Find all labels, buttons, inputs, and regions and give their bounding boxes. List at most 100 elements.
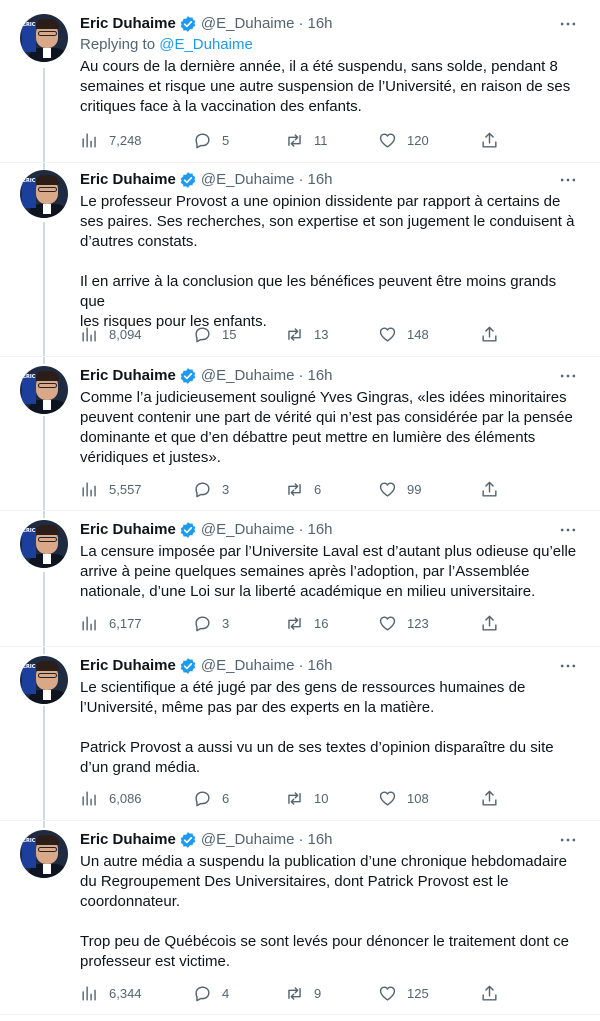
- divider: [0, 646, 600, 647]
- share-icon: [482, 132, 497, 148]
- author-handle[interactable]: @E_Duhaime: [201, 830, 295, 850]
- author-name[interactable]: Eric Duhaime: [80, 520, 176, 540]
- more-icon[interactable]: [558, 170, 578, 190]
- tweet-time[interactable]: 16h: [307, 366, 332, 386]
- share-icon: [482, 790, 497, 806]
- retweet-icon: [288, 616, 301, 630]
- views-count: 6,086: [109, 790, 142, 806]
- tweet-header: Eric Duhaime @E_Duhaime · 16h: [80, 656, 580, 676]
- avatar[interactable]: ERIC: [20, 830, 68, 878]
- tweet-actions: 6,177 3 16 123: [80, 611, 510, 635]
- tweet-actions: 6,344 4 9 125: [80, 981, 510, 1005]
- views-button[interactable]: 5,557: [80, 477, 142, 501]
- more-icon[interactable]: [558, 14, 578, 34]
- tweet-actions: 6,086 6 10 108: [80, 786, 510, 810]
- verified-badge-icon: [180, 16, 196, 32]
- views-button[interactable]: 7,248: [80, 128, 142, 152]
- reply-button[interactable]: 3: [193, 477, 229, 501]
- tweet-header: Eric Duhaime @E_Duhaime · 16h: [80, 170, 580, 190]
- share-button[interactable]: [480, 128, 509, 152]
- avatar-brand-logo: ERIC: [22, 664, 36, 694]
- author-handle[interactable]: @E_Duhaime: [201, 656, 295, 676]
- author-name[interactable]: Eric Duhaime: [80, 830, 176, 850]
- reply-button[interactable]: 3: [193, 611, 229, 635]
- retweet-count: 11: [314, 132, 328, 148]
- reply-button[interactable]: 4: [193, 981, 229, 1005]
- retweet-button[interactable]: 13: [285, 322, 328, 346]
- reply-button[interactable]: 5: [193, 128, 229, 152]
- retweet-button[interactable]: 16: [285, 611, 328, 635]
- retweet-button[interactable]: 11: [285, 128, 328, 152]
- views-button[interactable]: 6,177: [80, 611, 142, 635]
- author-name[interactable]: Eric Duhaime: [80, 170, 176, 190]
- verified-badge-icon: [180, 368, 196, 384]
- retweet-button[interactable]: 6: [285, 477, 321, 501]
- reply-button[interactable]: 6: [193, 786, 229, 810]
- tweet-actions: 7,248 5 11 120: [80, 128, 510, 152]
- views-icon: [82, 326, 96, 342]
- like-count: 99: [407, 481, 422, 497]
- author-handle[interactable]: @E_Duhaime: [201, 366, 295, 386]
- tweet-time[interactable]: 16h: [307, 656, 332, 676]
- retweet-button[interactable]: 9: [285, 981, 321, 1005]
- like-count: 108: [407, 790, 429, 806]
- like-button[interactable]: 99: [378, 477, 421, 501]
- tweet-actions: 8,094 15 13 148: [80, 322, 510, 346]
- share-button[interactable]: [480, 981, 509, 1005]
- more-icon[interactable]: [558, 366, 578, 386]
- retweet-count: 16: [314, 615, 329, 631]
- share-button[interactable]: [480, 322, 509, 346]
- divider: [0, 356, 600, 357]
- separator-dot: ·: [298, 15, 304, 32]
- tweet-text: Le scientifique a été jugé par des gens …: [80, 679, 554, 776]
- author-handle[interactable]: @E_Duhaime: [201, 170, 295, 190]
- more-icon[interactable]: [558, 656, 578, 676]
- author-name[interactable]: Eric Duhaime: [80, 656, 176, 676]
- retweet-icon: [288, 133, 301, 147]
- share-icon: [482, 985, 497, 1001]
- tweet-time[interactable]: 16h: [307, 170, 332, 190]
- retweet-button[interactable]: 10: [285, 786, 328, 810]
- avatar-brand-logo: ERIC: [22, 838, 36, 868]
- views-button[interactable]: 6,086: [80, 786, 142, 810]
- share-button[interactable]: [480, 786, 509, 810]
- tweet-time[interactable]: 16h: [307, 520, 332, 540]
- more-icon[interactable]: [558, 830, 578, 850]
- tweet-time[interactable]: 16h: [307, 830, 332, 850]
- views-button[interactable]: 6,344: [80, 981, 142, 1005]
- author-name[interactable]: Eric Duhaime: [80, 14, 176, 34]
- retweet-count: 6: [314, 481, 322, 497]
- like-count: 120: [407, 132, 429, 148]
- reply-count: 3: [222, 481, 230, 497]
- share-button[interactable]: [480, 611, 509, 635]
- more-icon[interactable]: [558, 520, 578, 540]
- thread-connector: [43, 706, 45, 828]
- tweet-header: Eric Duhaime @E_Duhaime · 16h: [80, 366, 580, 386]
- reply-count: 6: [222, 790, 230, 806]
- like-count: 148: [407, 326, 429, 342]
- author-handle[interactable]: @E_Duhaime: [201, 14, 295, 34]
- avatar[interactable]: ERIC: [20, 520, 68, 568]
- avatar[interactable]: ERIC: [20, 656, 68, 704]
- author-name[interactable]: Eric Duhaime: [80, 366, 176, 386]
- like-button[interactable]: 123: [378, 611, 429, 635]
- avatar[interactable]: ERIC: [20, 170, 68, 218]
- tweet-header: Eric Duhaime @E_Duhaime · 16h: [80, 14, 580, 34]
- replying-handle-link[interactable]: @E_Duhaime: [159, 36, 253, 53]
- like-button[interactable]: 120: [378, 128, 429, 152]
- avatar[interactable]: ERIC: [20, 14, 68, 62]
- like-button[interactable]: 125: [378, 981, 429, 1005]
- thread-connector: [43, 572, 45, 654]
- tweet-time[interactable]: 16h: [307, 14, 332, 34]
- avatar[interactable]: ERIC: [20, 366, 68, 414]
- like-button[interactable]: 108: [378, 786, 429, 810]
- views-icon: [82, 985, 96, 1001]
- reply-button[interactable]: 15: [193, 322, 236, 346]
- views-icon: [82, 132, 96, 148]
- share-button[interactable]: [480, 477, 509, 501]
- reply-icon: [195, 985, 210, 1001]
- views-button[interactable]: 8,094: [80, 322, 142, 346]
- like-button[interactable]: 148: [378, 322, 429, 346]
- reply-count: 3: [222, 615, 230, 631]
- author-handle[interactable]: @E_Duhaime: [201, 520, 295, 540]
